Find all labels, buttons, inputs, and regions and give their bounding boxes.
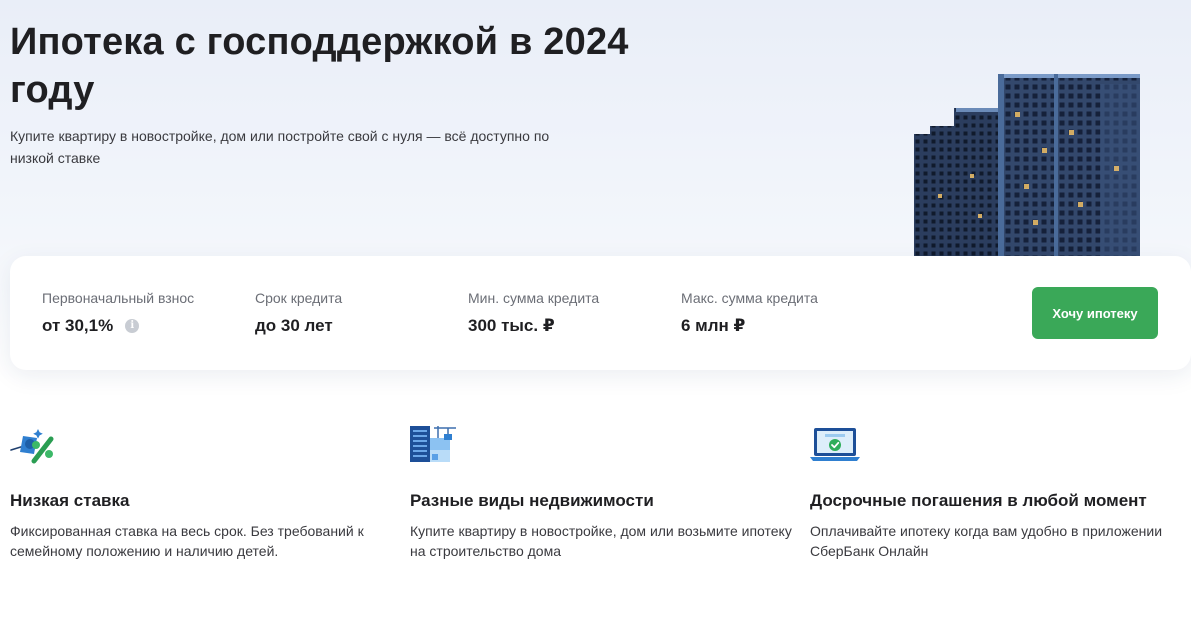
feature-low-rate: Низкая ставка Фиксированная ставка на ве… bbox=[10, 424, 400, 561]
feature-title: Разные виды недвижимости bbox=[410, 491, 654, 510]
feature-title: Досрочные погашения в любой момент bbox=[810, 491, 1147, 510]
info-icon[interactable]: i bbox=[125, 319, 140, 333]
feature-property-types: Разные виды недвижимости Купите квартиру… bbox=[410, 424, 800, 561]
param-value: 6 млн ₽ bbox=[681, 316, 746, 335]
feature-text: Купите квартиру в новостройке, дом или в… bbox=[410, 523, 792, 559]
building-crane-icon bbox=[410, 426, 456, 462]
feature-early-repayment: Досрочные погашения в любой момент Оплач… bbox=[810, 424, 1191, 561]
param-max-amount: Макс. сумма кредита 6 млн ₽ bbox=[681, 289, 818, 337]
param-value: от 30,1% i bbox=[42, 315, 194, 337]
percent-icon bbox=[10, 429, 54, 464]
feature-text: Оплачивайте ипотеку когда вам удобно в п… bbox=[810, 523, 1163, 559]
laptop-check-icon bbox=[810, 428, 860, 461]
param-label: Первоначальный взнос bbox=[42, 290, 195, 306]
feature-title: Низкая ставка bbox=[10, 491, 130, 510]
want-mortgage-button[interactable]: Хочу ипотеку bbox=[1032, 287, 1158, 339]
param-value: до 30 лет bbox=[255, 316, 333, 335]
param-loan-term: Срок кредита до 30 лет bbox=[255, 289, 342, 337]
page-subtitle: Купите квартиру в новостройке, дом или п… bbox=[10, 128, 550, 166]
page-title: Ипотека с господдержкой в 2024 году bbox=[10, 21, 629, 111]
loan-params-card: Первоначальный взнос от 30,1% i Срок кре… bbox=[10, 256, 1191, 370]
buildings-illustration bbox=[914, 74, 1140, 256]
feature-text: Фиксированная ставка на весь срок. Без т… bbox=[10, 523, 364, 559]
param-down-payment: Первоначальный взнос от 30,1% i bbox=[42, 289, 194, 337]
param-label: Мин. сумма кредита bbox=[468, 290, 600, 306]
param-value: 300 тыс. ₽ bbox=[468, 316, 555, 335]
param-value-text: от 30,1% bbox=[42, 316, 114, 335]
param-min-amount: Мин. сумма кредита 300 тыс. ₽ bbox=[468, 289, 599, 337]
param-label: Макс. сумма кредита bbox=[681, 290, 818, 306]
param-label: Срок кредита bbox=[255, 290, 343, 306]
